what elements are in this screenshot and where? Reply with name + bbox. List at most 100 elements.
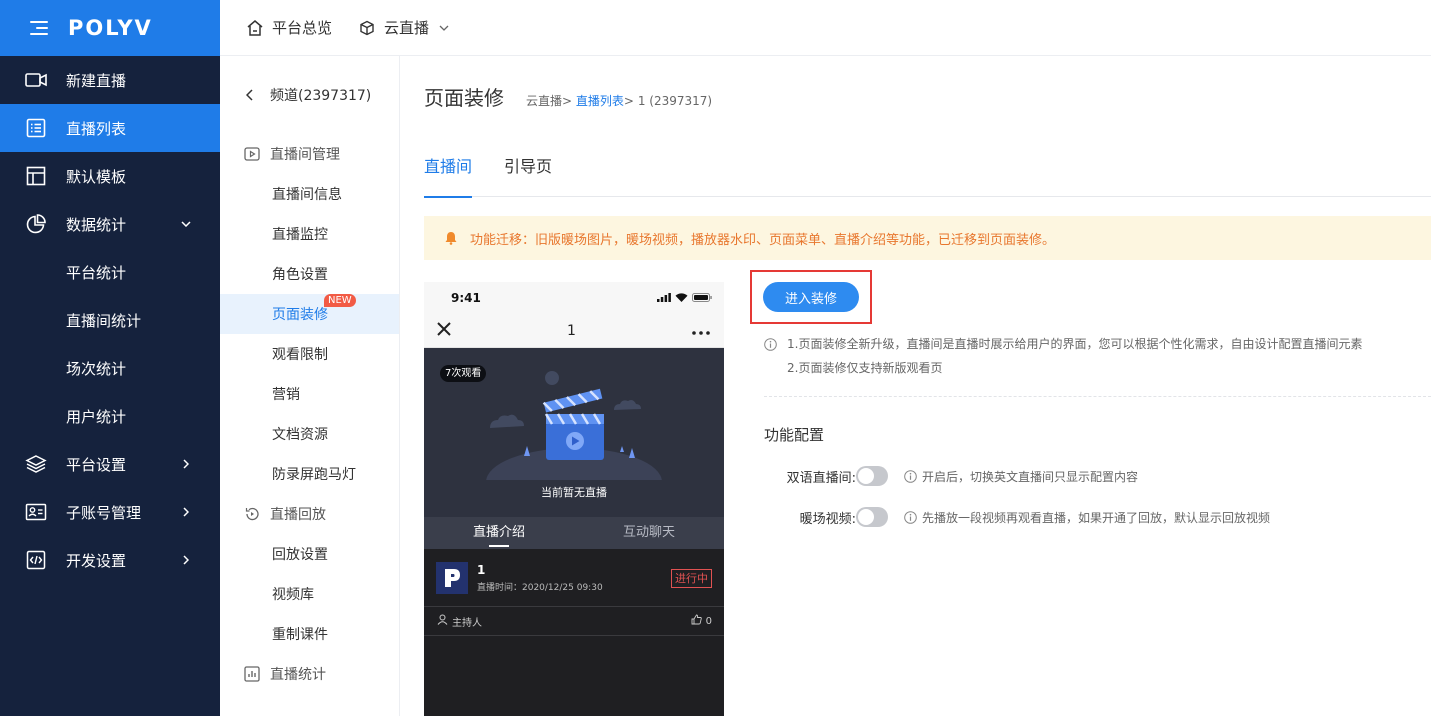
group-label: 直播统计 [270, 667, 326, 683]
subnav-item-live-monitor[interactable]: 直播监控 [220, 214, 399, 254]
chevron-down-icon [180, 218, 192, 230]
subnav-item-anti-record-marquee[interactable]: 防录屏跑马灯 [220, 454, 399, 494]
sidebar-item-label: 场次统计 [66, 359, 127, 378]
warmup-toggle[interactable] [856, 507, 888, 527]
subnav-item-room-info[interactable]: 直播间信息 [220, 174, 399, 214]
user-card-icon [25, 501, 47, 523]
phone-tab-intro[interactable]: 直播介绍 [424, 517, 574, 549]
sidebar-item-user-stats[interactable]: 用户统计 [0, 392, 220, 440]
sidebar-item-data-stats[interactable]: 数据统计 [0, 200, 220, 248]
group-playback[interactable]: 直播回放 [220, 494, 399, 534]
live-title: 1 [477, 562, 486, 577]
more-icon[interactable] [692, 323, 710, 339]
breadcrumb-live-list[interactable]: 直播列表 [576, 94, 624, 108]
phone-status-bar: 9:41 [424, 282, 724, 314]
breadcrumb-current: 1 (2397317) [637, 94, 713, 108]
live-time: 直播时间：2020/12/25 09:30 [477, 582, 603, 593]
subnav-label: 营销 [272, 387, 300, 403]
warmup-label: 暖场视频: [799, 511, 856, 527]
subnav-label: 角色设置 [272, 267, 328, 283]
cloud-live-dropdown[interactable]: 云直播 [358, 17, 449, 38]
person-icon [437, 614, 448, 628]
warmup-tip: 先播放一段视频再观看直播，如果开通了回放，默认显示回放视频 [922, 510, 1271, 525]
phone-preview: 9:41 1 7次观看 当前暂无直播 直播介绍 互动聊天 1 直播时间：2020… [424, 282, 724, 716]
menu-icon[interactable] [30, 21, 48, 35]
chevron-down-icon [439, 23, 449, 33]
warmup-row: 暖场视频: 先播放一段视频再观看直播，如果开通了回放，默认显示回放视频 [764, 507, 1270, 527]
pie-chart-icon [25, 213, 47, 235]
cube-icon [358, 19, 376, 37]
sidebar-item-new-live[interactable]: 新建直播 [0, 56, 220, 104]
group-label: 直播回放 [270, 507, 326, 523]
phone-tab-chat[interactable]: 互动聊天 [574, 517, 724, 549]
bilingual-tip: 开启后，切换英文直播间只显示配置内容 [922, 469, 1139, 484]
tip-line-2: 2.页面装修仅支持新版观看页 [787, 361, 943, 375]
subnav-item-view-limit[interactable]: 观看限制 [220, 334, 399, 374]
cloud-live-label: 云直播 [384, 19, 430, 37]
code-icon [25, 549, 47, 571]
subnav-item-role-settings[interactable]: 角色设置 [220, 254, 399, 294]
phone-host-row: 主持人 0 [424, 607, 724, 636]
sidebar-item-default-template[interactable]: 默认模板 [0, 152, 220, 200]
chevron-left-icon [246, 89, 258, 101]
no-live-text: 当前暂无直播 [541, 486, 607, 499]
signal-icon [657, 291, 671, 305]
channel-back[interactable]: 频道(2397317) [220, 56, 399, 134]
tab-guide-page[interactable]: 引导页 [504, 146, 552, 197]
subnav-item-playback-settings[interactable]: 回放设置 [220, 534, 399, 574]
battery-icon [692, 291, 712, 305]
subnav-label: 重制课件 [272, 627, 328, 643]
page-title: 页面装修 [424, 86, 504, 110]
sidebar-item-live-list[interactable]: 直播列表 [0, 104, 220, 152]
group-room-management[interactable]: 直播间管理 [220, 134, 399, 174]
subnav-label: 视频库 [272, 587, 314, 603]
sidebar-item-sub-accounts[interactable]: 子账号管理 [0, 488, 220, 536]
sidebar-item-label: 平台设置 [66, 455, 127, 474]
info-icon [904, 510, 917, 524]
subnav-label: 文档资源 [272, 427, 328, 443]
page-header: 页面装修 云直播> 直播列表> 1 (2397317) [424, 82, 712, 111]
phone-live-info: 1 直播时间：2020/12/25 09:30 进行中 [424, 549, 724, 607]
subnav-item-remake-courseware[interactable]: 重制课件 [220, 614, 399, 654]
platform-overview-link[interactable]: 平台总览 [246, 17, 332, 38]
sidebar-item-label: 新建直播 [66, 71, 127, 90]
sidebar-item-label: 直播间统计 [66, 311, 142, 330]
sidebar-item-session-stats[interactable]: 场次统计 [0, 344, 220, 392]
sidebar-item-dev-settings[interactable]: 开发设置 [0, 536, 220, 584]
subnav-label: 防录屏跑马灯 [272, 467, 356, 483]
subnav-label: 回放设置 [272, 547, 328, 563]
breadcrumb-sep: > [623, 94, 634, 108]
page-tabs: 直播间 引导页 [424, 146, 1431, 198]
bilingual-label: 双语直播间: [786, 470, 856, 486]
group-label: 直播间管理 [270, 147, 340, 163]
subnav-item-doc-resources[interactable]: 文档资源 [220, 414, 399, 454]
breadcrumb-cloud-live[interactable]: 云直播 [526, 94, 562, 108]
section-divider [764, 396, 1431, 397]
video-camera-icon [25, 69, 47, 91]
sidebar-item-platform-settings[interactable]: 平台设置 [0, 440, 220, 488]
home-icon [246, 19, 264, 37]
thumbs-up-icon[interactable] [691, 614, 702, 628]
bilingual-toggle[interactable] [856, 466, 888, 486]
bar-chart-icon [244, 666, 260, 682]
group-live-stats[interactable]: 直播统计 [220, 654, 399, 694]
brand-bar: POLYV [0, 0, 220, 56]
close-icon[interactable] [437, 321, 451, 340]
sidebar-item-label: 数据统计 [66, 215, 127, 234]
replay-icon [244, 506, 260, 522]
enter-decoration-button[interactable]: 进入装修 [763, 282, 859, 312]
subnav-item-marketing[interactable]: 营销 [220, 374, 399, 414]
subnav-item-page-decoration[interactable]: 页面装修 NEW [220, 294, 399, 334]
tab-live-room[interactable]: 直播间 [424, 146, 473, 198]
sidebar-item-label: 子账号管理 [66, 503, 142, 522]
sidebar-item-room-stats[interactable]: 直播间统计 [0, 296, 220, 344]
subnav-item-video-library[interactable]: 视频库 [220, 574, 399, 614]
main-sidebar: POLYV 新建直播 直播列表 默认模板 数据统计 平台统计 直播间统计 场次统… [0, 0, 220, 716]
sidebar-item-label: 用户统计 [66, 407, 127, 426]
info-icon [764, 337, 777, 351]
channel-label: 频道(2397317) [270, 88, 372, 104]
list-icon [25, 117, 47, 139]
decoration-tips: 1.页面装修全新升级，直播间是直播时展示给用户的界面，您可以根据个性化需求，自由… [764, 332, 1362, 380]
sidebar-item-platform-stats[interactable]: 平台统计 [0, 248, 220, 296]
subnav-label: 直播监控 [272, 227, 328, 243]
